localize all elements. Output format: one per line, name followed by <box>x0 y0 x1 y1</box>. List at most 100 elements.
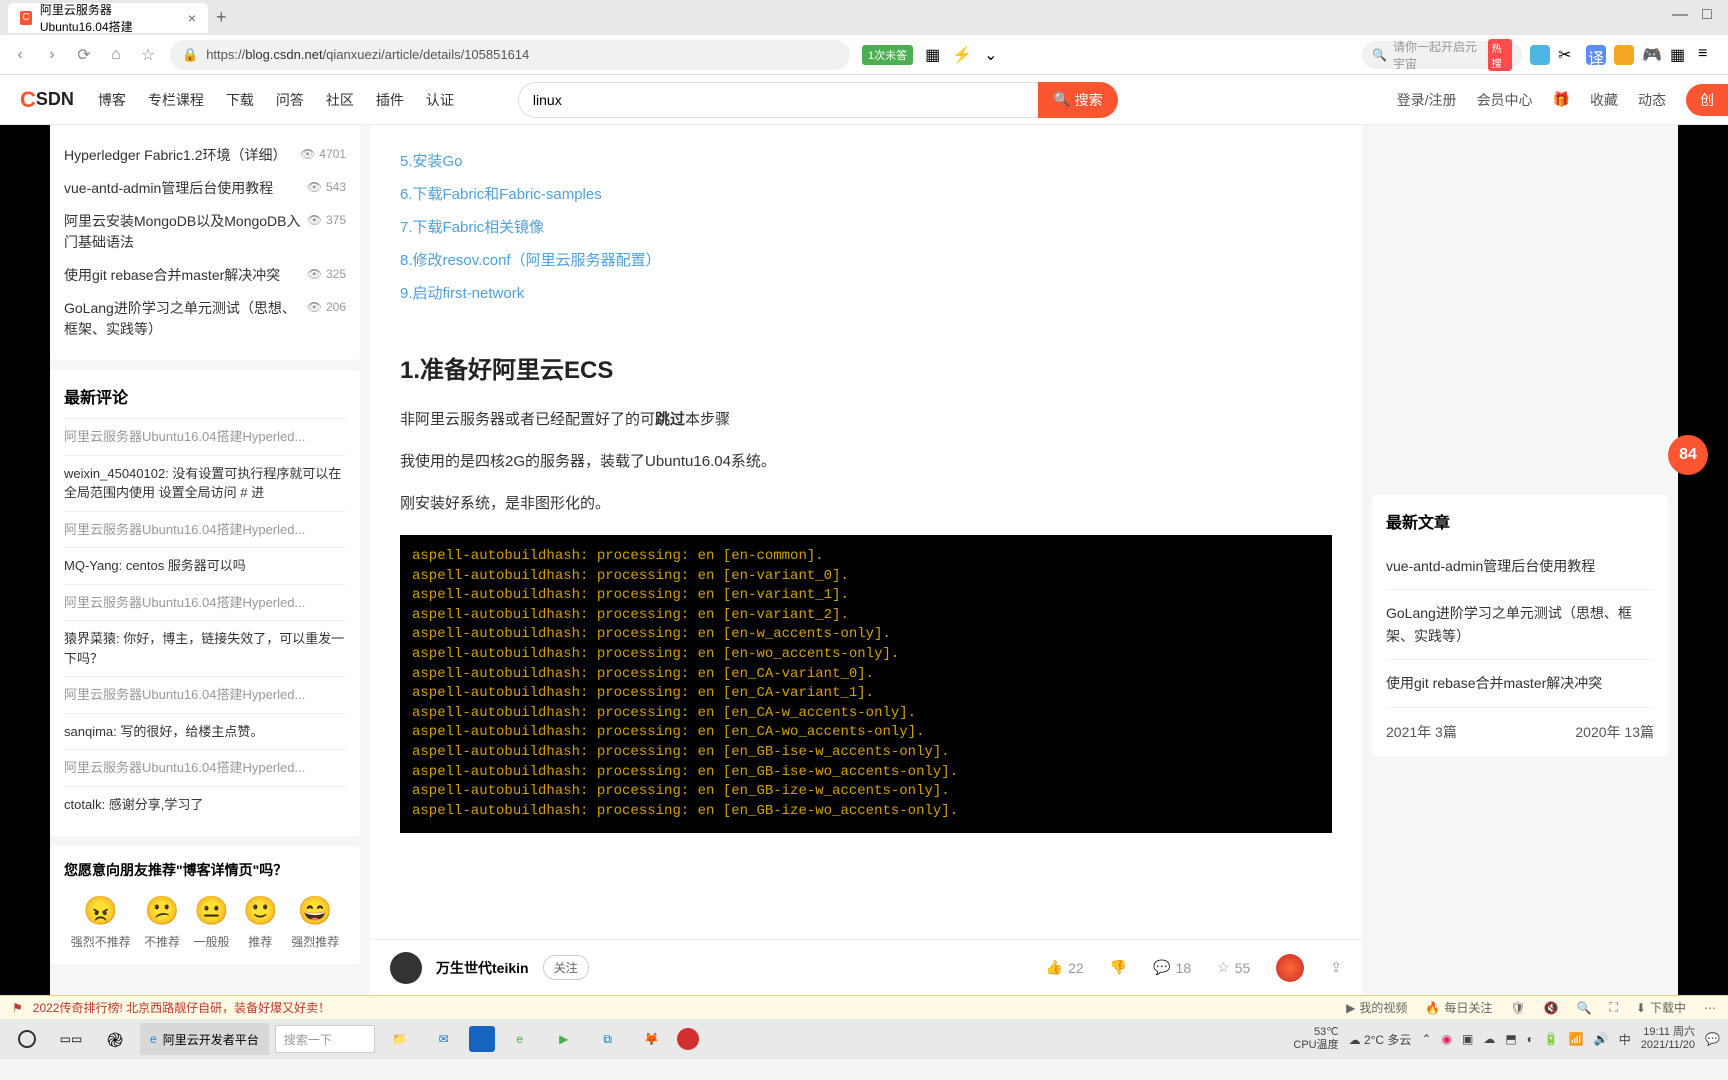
taskbar-app-ie[interactable]: e阿里云开发者平台 <box>140 1023 269 1055</box>
back-icon[interactable]: ‹ <box>10 45 30 65</box>
latest-item[interactable]: GoLang进阶学习之单元测试（思想、框架、实践等） <box>1386 590 1654 660</box>
grid-icon[interactable]: ▦ <box>1670 45 1690 65</box>
fullscreen-icon[interactable]: ⛶ <box>1610 1000 1618 1015</box>
new-tab-button[interactable]: + <box>216 7 227 28</box>
score-badge[interactable]: 84 <box>1668 435 1708 475</box>
comment-item[interactable]: 阿里云服务器Ubuntu16.04搭建Hyperled... <box>64 584 346 621</box>
window-maximize-icon[interactable]: □ <box>1702 6 1720 24</box>
shield-icon[interactable]: 🛡 <box>1510 1001 1525 1015</box>
comment-item[interactable]: weixin_45040102: 没有设置可执行程序就可以在全局范围内使用 设置… <box>64 455 346 511</box>
task-view-icon[interactable]: ▭▭ <box>52 1023 90 1055</box>
zoom-icon[interactable]: 🔍 <box>1577 1001 1592 1015</box>
tray-icon-2[interactable]: ▣ <box>1462 1032 1473 1046</box>
qr-icon[interactable]: ▦ <box>925 45 940 65</box>
toc-link[interactable]: 9.启动first-network <box>400 277 1332 310</box>
clock[interactable]: 19:11 周六 2021/11/20 <box>1641 1026 1695 1052</box>
app-icon-blue[interactable] <box>469 1026 495 1052</box>
dislike-button[interactable]: 👎 <box>1110 959 1127 976</box>
edge-icon[interactable]: e <box>501 1023 539 1055</box>
volume-tray-icon[interactable]: 🔊 <box>1594 1032 1609 1046</box>
download-link[interactable]: ⬇ 下载中 <box>1636 999 1686 1016</box>
taskbar-search[interactable]: 搜索一下 <box>275 1025 375 1053</box>
nav-course[interactable]: 专栏课程 <box>148 90 204 110</box>
nav-community[interactable]: 社区 <box>326 90 354 110</box>
follow-button[interactable]: 关注 <box>543 955 589 980</box>
csdn-search-button[interactable]: 🔍 搜索 <box>1038 82 1118 118</box>
nav-download[interactable]: 下载 <box>226 90 254 110</box>
ext-icon-4[interactable] <box>1614 45 1634 65</box>
bolt-icon[interactable]: ⚡ <box>952 45 972 65</box>
star-icon[interactable]: ☆ <box>138 45 158 65</box>
home-icon[interactable]: ⌂ <box>106 45 126 65</box>
recommend-option[interactable]: 😕不推荐 <box>144 894 180 950</box>
wifi-icon[interactable]: 📶 <box>1569 1032 1584 1046</box>
comment-item[interactable]: 阿里云服务器Ubuntu16.04搭建Hyperled... <box>64 676 346 713</box>
recommend-option[interactable]: 😐一般般 <box>194 894 230 950</box>
comment-item[interactable]: ctotalk: 感谢分享,学习了 <box>64 786 346 823</box>
weather-icon[interactable]: ☁ 2°C 多云 <box>1349 1031 1412 1048</box>
comment-item[interactable]: sanqima: 写的很好，给楼主点赞。 <box>64 713 346 750</box>
csdn-search-input[interactable] <box>518 82 1038 118</box>
toc-link[interactable]: 5.安装Go <box>400 145 1332 178</box>
explorer-icon[interactable]: 📁 <box>381 1023 419 1055</box>
csdn-logo[interactable]: CSDN <box>20 87 74 113</box>
ime-icon[interactable]: 中 <box>1619 1031 1631 1048</box>
scissors-icon[interactable]: ✂ <box>1558 45 1578 65</box>
ad-bar[interactable]: ⚑ 2022传奇排行榜! 北京西路靓仔自研，装备好爆又好卖！ ▶ 我的视频 🔥 … <box>0 995 1728 1019</box>
start-button[interactable] <box>8 1023 46 1055</box>
firefox-icon[interactable]: 🦊 <box>633 1023 671 1055</box>
tray-icon-1[interactable]: ◉ <box>1442 1032 1452 1046</box>
chevron-up-icon[interactable]: ⌃ <box>1421 1032 1431 1046</box>
ext-icon-1[interactable] <box>1530 45 1550 65</box>
comment-item[interactable]: 阿里云服务器Ubuntu16.04搭建Hyperled... <box>64 749 346 786</box>
volume-icon[interactable]: 🔇 <box>1544 1001 1559 1015</box>
gift-icon[interactable]: 🎁 <box>1553 91 1570 108</box>
reload-icon[interactable]: ⟳ <box>74 45 94 65</box>
browser-search-input[interactable]: 🔍 请你一起开启元宇宙 热搜 <box>1362 41 1522 69</box>
menu-icon[interactable]: ≡ <box>1698 45 1718 65</box>
nav-plugin[interactable]: 插件 <box>376 90 404 110</box>
vscode-icon[interactable]: ⧉ <box>589 1023 627 1055</box>
nav-qa[interactable]: 问答 <box>276 90 304 110</box>
login-link[interactable]: 登录/注册 <box>1397 90 1457 110</box>
comment-item[interactable]: 阿里云服务器Ubuntu16.04搭建Hyperled... <box>64 418 346 455</box>
trophy-icon[interactable] <box>1276 954 1304 982</box>
comment-button[interactable]: 💬18 <box>1153 959 1191 976</box>
vip-link[interactable]: 会员中心 <box>1477 90 1533 110</box>
url-input[interactable]: 🔒 https://blog.csdn.net/qianxuezi/articl… <box>170 40 850 70</box>
recommend-option[interactable]: 😄强烈推荐 <box>291 894 339 950</box>
battery-icon[interactable]: 🔋 <box>1544 1032 1559 1046</box>
window-minimize-icon[interactable]: — <box>1672 6 1690 24</box>
translate-icon[interactable]: 译 <box>1586 45 1606 65</box>
daily-focus-link[interactable]: 🔥 每日关注 <box>1425 999 1492 1016</box>
recommend-option[interactable]: 😠强烈不推荐 <box>71 894 131 950</box>
share-icon[interactable]: ⇪ <box>1330 959 1342 976</box>
latest-item[interactable]: vue-antd-admin管理后台使用教程 <box>1386 543 1654 590</box>
mail-icon[interactable]: ✉ <box>425 1023 463 1055</box>
comment-item[interactable]: 阿里云服务器Ubuntu16.04搭建Hyperled... <box>64 511 346 548</box>
close-tab-icon[interactable]: × <box>188 10 196 26</box>
favorite-link[interactable]: 收藏 <box>1590 90 1618 110</box>
latest-item[interactable]: 使用git rebase合并master解决冲突 <box>1386 660 1654 707</box>
toc-link[interactable]: 7.下载Fabric相关镜像 <box>400 211 1332 244</box>
nav-blog[interactable]: 博客 <box>98 90 126 110</box>
notification-icon[interactable]: 💬 <box>1705 1032 1720 1046</box>
author-name[interactable]: 万生世代teikin <box>436 958 529 978</box>
comment-item[interactable]: 猿界菜猿: 你好，博主，链接失效了，可以重发一下吗？ <box>64 620 346 676</box>
tray-icon-4[interactable]: ⬒ <box>1505 1032 1516 1046</box>
toc-link[interactable]: 8.修改resov.conf（阿里云服务器配置） <box>400 244 1332 277</box>
recommend-option[interactable]: 🙂推荐 <box>243 894 278 950</box>
browser-tab[interactable]: C 阿里云服务器Ubuntu16.04搭建 × <box>8 3 208 33</box>
toc-link[interactable]: 6.下载Fabric和Fabric-samples <box>400 178 1332 211</box>
app-icon-red[interactable] <box>677 1028 699 1050</box>
forward-icon[interactable]: › <box>42 45 62 65</box>
author-avatar[interactable] <box>390 952 422 984</box>
cpu-temp[interactable]: 53℃ CPU温度 <box>1293 1026 1338 1052</box>
play-icon[interactable]: ▶ <box>545 1023 583 1055</box>
app-icon-spiral[interactable]: ֎ <box>96 1023 134 1055</box>
tray-icon-cloud[interactable]: ☁ <box>1483 1032 1495 1046</box>
create-button[interactable]: 创 <box>1686 84 1728 116</box>
nav-cert[interactable]: 认证 <box>426 90 454 110</box>
like-button[interactable]: 👍22 <box>1046 959 1084 976</box>
ask-badge[interactable]: 1次未答 <box>862 45 913 65</box>
